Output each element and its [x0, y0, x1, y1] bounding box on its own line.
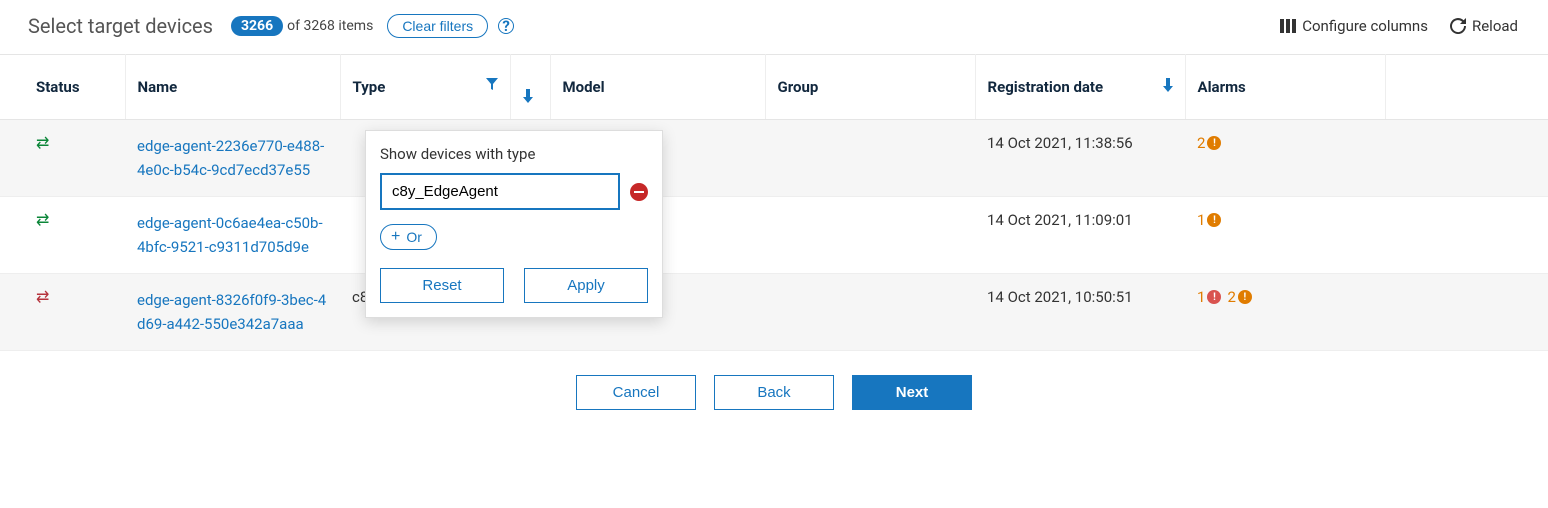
table-row[interactable]: ⇄ edge-agent-2236e770-e488-4e0c-b54c-9cd7… [0, 120, 1548, 197]
reload-button[interactable]: Reload [1450, 17, 1518, 35]
type-filter-popover: Show devices with type + Or Reset Apply [365, 130, 663, 318]
alarms-cell: 1!2! [1185, 274, 1385, 351]
alarms-cell: 2! [1185, 120, 1385, 197]
status-cell: ⇄ [0, 197, 125, 274]
toolbar-right: Configure columns Reload [1280, 17, 1518, 35]
filter-reset-button[interactable]: Reset [380, 268, 504, 303]
back-button[interactable]: Back [714, 375, 834, 410]
filter-icon[interactable] [486, 78, 498, 90]
registration-cell: 14 Oct 2021, 10:50:51 [975, 274, 1185, 351]
alarm-count: 2 [1197, 134, 1205, 152]
filter-type-input[interactable] [380, 173, 620, 210]
alarm-minor-icon: ! [1207, 136, 1221, 150]
send-receive-icon: ⇄ [36, 210, 49, 229]
filter-label: Show devices with type [380, 145, 648, 163]
status-cell: ⇄ [0, 120, 125, 197]
name-cell: edge-agent-0c6ae4ea-c50b-4bfc-9521-c9311… [125, 197, 340, 274]
alarm-badge[interactable]: 2! [1227, 288, 1251, 306]
column-header-group[interactable]: Group [765, 55, 975, 120]
devices-table: Status Name Type Model Group Registratio… [0, 54, 1548, 351]
clear-filters-button[interactable]: Clear filters [387, 14, 488, 38]
alarm-count: 1 [1197, 288, 1205, 306]
column-header-alarms[interactable]: Alarms [1185, 55, 1385, 120]
group-cell [765, 197, 975, 274]
configure-columns-button[interactable]: Configure columns [1280, 17, 1428, 35]
group-cell [765, 274, 975, 351]
filter-apply-button[interactable]: Apply [524, 268, 648, 303]
wizard-footer: Cancel Back Next [0, 351, 1548, 434]
column-header-blank [1385, 55, 1548, 120]
column-header-name[interactable]: Name [125, 55, 340, 120]
column-sort-type[interactable] [510, 55, 550, 120]
alarm-badge[interactable]: 2! [1197, 134, 1221, 152]
name-cell: edge-agent-2236e770-e488-4e0c-b54c-9cd7e… [125, 120, 340, 197]
page-title: Select target devices [28, 14, 213, 38]
device-name-link[interactable]: edge-agent-8326f0f9-3bec-4d69-a442-550e3… [137, 288, 327, 336]
cancel-button[interactable]: Cancel [576, 375, 696, 410]
alarm-count: 1 [1197, 211, 1205, 229]
group-cell [765, 120, 975, 197]
sort-down-icon[interactable] [1163, 78, 1173, 92]
alarms-cell: 1! [1185, 197, 1385, 274]
columns-icon [1280, 19, 1296, 33]
table-row[interactable]: ⇄ edge-agent-0c6ae4ea-c50b-4bfc-9521-c931… [0, 197, 1548, 274]
device-name-link[interactable]: edge-agent-0c6ae4ea-c50b-4bfc-9521-c9311… [137, 211, 327, 259]
alarm-major-icon: ! [1207, 290, 1221, 304]
header-bar: Select target devices 3266 of 3268 items… [0, 0, 1548, 54]
name-cell: edge-agent-8326f0f9-3bec-4d69-a442-550e3… [125, 274, 340, 351]
remove-filter-icon[interactable] [630, 183, 648, 201]
blank-cell [1385, 197, 1548, 274]
configure-columns-label: Configure columns [1302, 17, 1428, 35]
column-header-model[interactable]: Model [550, 55, 765, 120]
send-receive-icon: ⇄ [36, 287, 49, 306]
send-receive-icon: ⇄ [36, 133, 49, 152]
column-header-registration[interactable]: Registration date [975, 55, 1185, 120]
filtered-count-badge: 3266 [231, 16, 283, 36]
blank-cell [1385, 120, 1548, 197]
total-count-text: of 3268 items [287, 18, 373, 34]
add-or-condition-button[interactable]: + Or [380, 224, 437, 250]
reload-label: Reload [1472, 17, 1518, 35]
alarm-minor-icon: ! [1238, 290, 1252, 304]
registration-cell: 14 Oct 2021, 11:38:56 [975, 120, 1185, 197]
blank-cell [1385, 274, 1548, 351]
plus-icon: + [391, 229, 400, 245]
alarm-minor-icon: ! [1207, 213, 1221, 227]
column-header-type[interactable]: Type [340, 55, 510, 120]
next-button[interactable]: Next [852, 375, 972, 410]
registration-cell: 14 Oct 2021, 11:09:01 [975, 197, 1185, 274]
alarm-count: 2 [1227, 288, 1235, 306]
sort-down-icon [523, 89, 538, 103]
device-name-link[interactable]: edge-agent-2236e770-e488-4e0c-b54c-9cd7e… [137, 134, 327, 182]
alarm-badge[interactable]: 1! [1197, 288, 1221, 306]
status-cell: ⇄ [0, 274, 125, 351]
table-row[interactable]: ⇄ edge-agent-8326f0f9-3bec-4d69-a442-550e… [0, 274, 1548, 351]
help-icon[interactable]: ? [498, 18, 514, 34]
reload-icon [1450, 18, 1466, 34]
alarm-badge[interactable]: 1! [1197, 211, 1221, 229]
column-header-status[interactable]: Status [0, 55, 125, 120]
